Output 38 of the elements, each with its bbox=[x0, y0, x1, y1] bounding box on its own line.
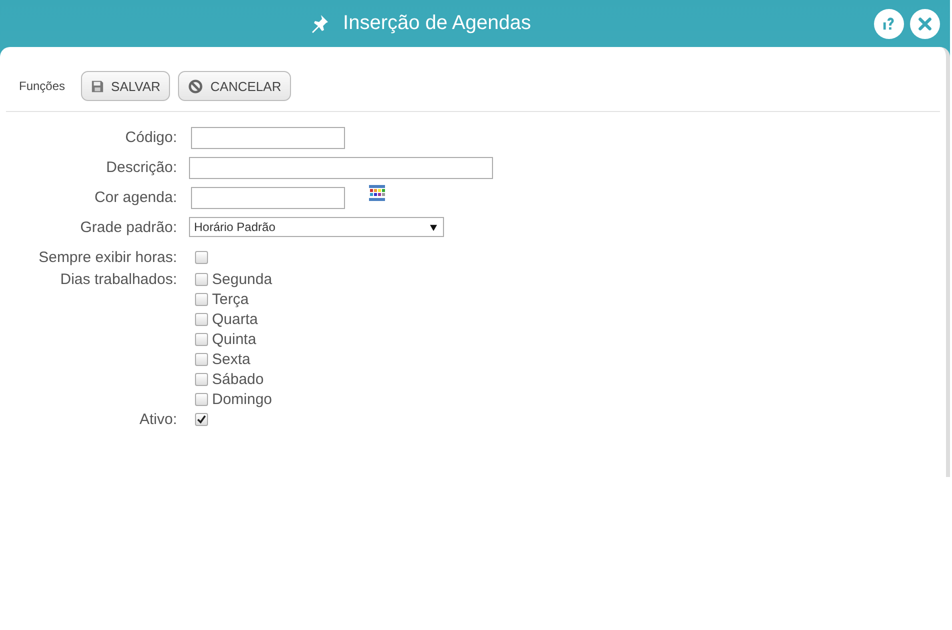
checkbox-label: Terça bbox=[212, 290, 249, 308]
text-field[interactable] bbox=[191, 127, 345, 149]
checkbox-label: Domingo bbox=[212, 390, 272, 408]
checkbox-label: Segunda bbox=[212, 270, 272, 288]
help-button[interactable] bbox=[874, 9, 904, 39]
checkbox[interactable] bbox=[195, 352, 208, 366]
field-label: Ativo: bbox=[138, 410, 178, 430]
help-icon bbox=[881, 16, 897, 32]
field-label: Descrição: bbox=[105, 158, 178, 178]
checkbox-label: Quinta bbox=[212, 330, 256, 348]
text-field[interactable] bbox=[189, 157, 493, 179]
checkbox[interactable] bbox=[195, 413, 208, 426]
save-button[interactable]: SALVAR bbox=[81, 71, 170, 101]
checkbox[interactable] bbox=[195, 392, 208, 406]
checkbox[interactable] bbox=[195, 372, 208, 386]
checkbox-label: Sábado bbox=[212, 370, 264, 388]
field-label: Grade padrão: bbox=[79, 218, 178, 238]
checkbox-label: Quarta bbox=[212, 310, 258, 328]
window-title: Inserção de Agendas bbox=[343, 12, 531, 35]
checkbox[interactable] bbox=[195, 272, 208, 286]
dropdown[interactable]: Horário Padrão bbox=[189, 217, 444, 237]
cancel-button[interactable]: CANCELAR bbox=[178, 71, 292, 101]
checkbox-label: Sexta bbox=[212, 350, 250, 368]
toolbar-label: Funções bbox=[19, 79, 66, 93]
close-icon bbox=[917, 16, 933, 32]
color-field[interactable] bbox=[191, 187, 345, 209]
field-label: Sempre exibir horas: bbox=[38, 248, 178, 268]
field-label: Código: bbox=[124, 128, 178, 148]
field-label: Cor agenda: bbox=[93, 188, 178, 208]
checkbox[interactable] bbox=[195, 251, 208, 264]
close-button[interactable] bbox=[910, 9, 940, 39]
field-label: Dias trabalhados: bbox=[59, 270, 178, 290]
prohibited-icon bbox=[188, 78, 204, 94]
checkbox[interactable] bbox=[195, 312, 208, 326]
checkbox[interactable] bbox=[195, 332, 208, 346]
dropdown-arrow-icon bbox=[430, 224, 437, 230]
checkbox[interactable] bbox=[195, 292, 208, 306]
color-palette-icon[interactable] bbox=[369, 185, 385, 201]
